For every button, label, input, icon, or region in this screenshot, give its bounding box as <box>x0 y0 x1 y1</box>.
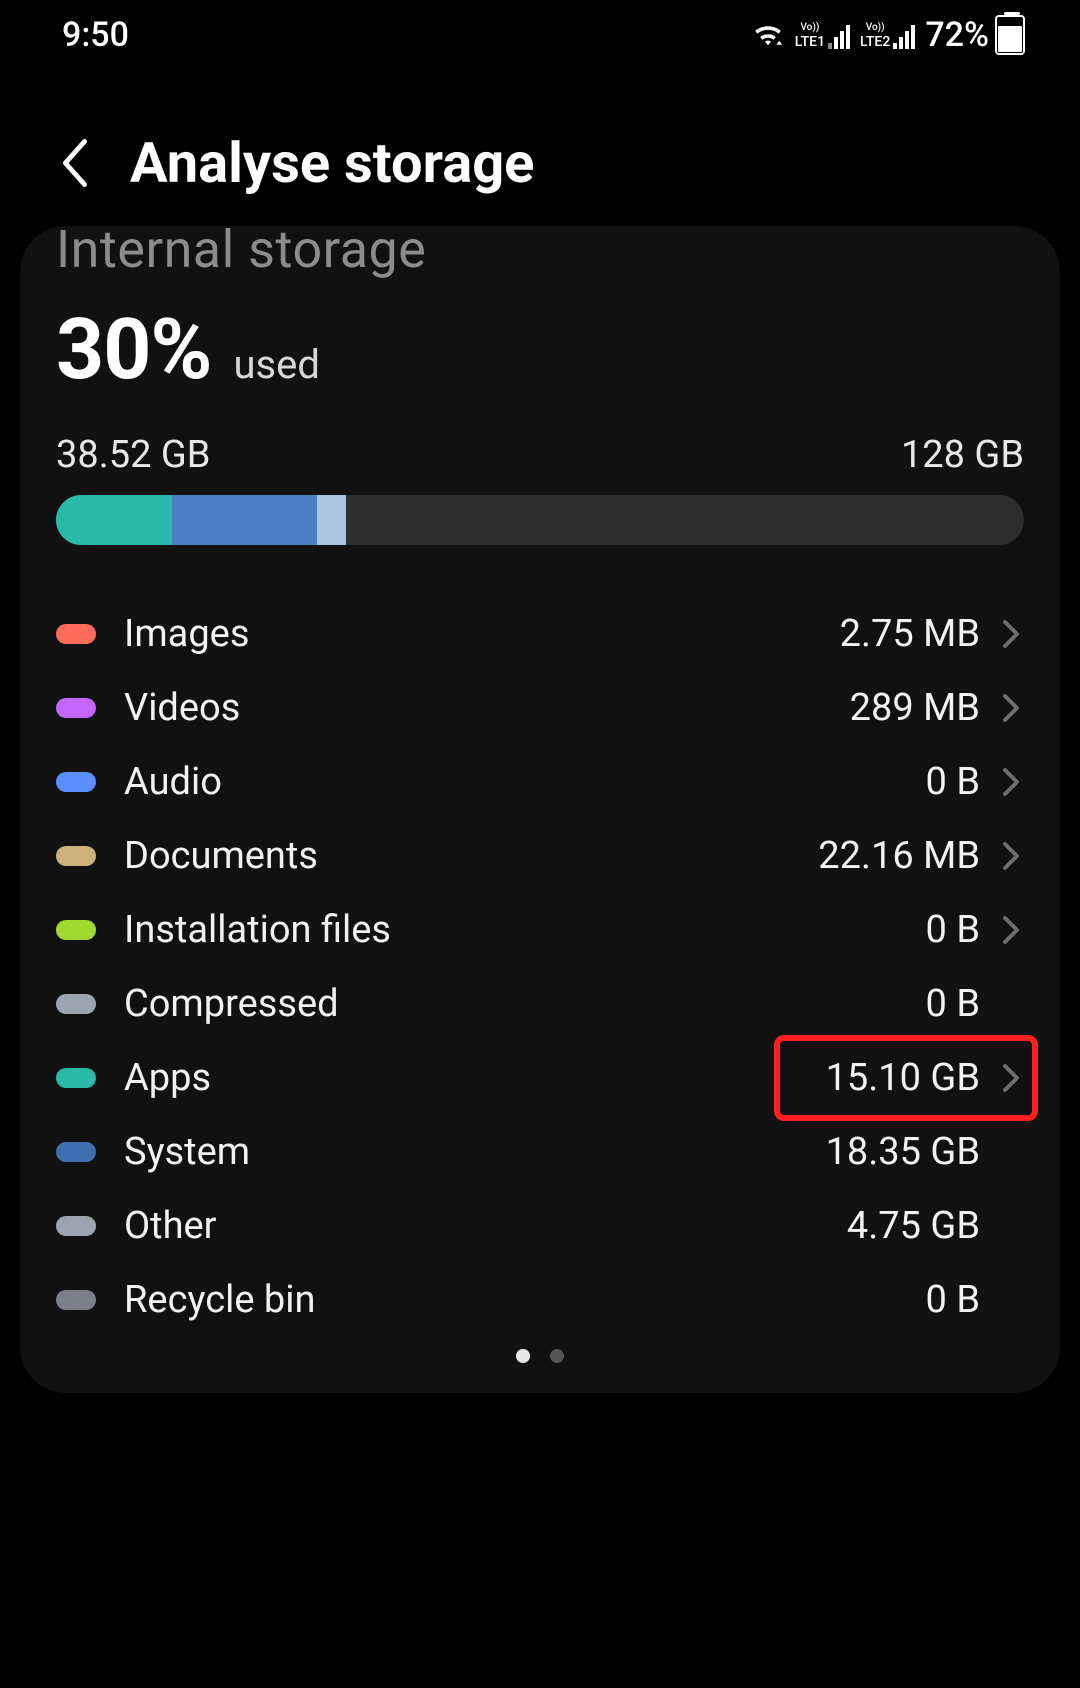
pager-dot[interactable] <box>550 1349 564 1363</box>
battery-icon <box>995 15 1025 55</box>
chevron-right-icon <box>998 693 1024 723</box>
category-color-icon <box>56 1290 96 1310</box>
category-row-recycle-bin: Recycle bin0 B <box>56 1263 1024 1337</box>
used-label: used <box>233 341 319 388</box>
sim1-indicator: Vo))LTE1 <box>795 21 850 49</box>
category-label: Apps <box>124 1056 826 1100</box>
category-color-icon <box>56 1216 96 1236</box>
category-color-icon <box>56 994 96 1014</box>
pager <box>56 1349 1024 1363</box>
category-row-videos[interactable]: Videos289 MB <box>56 671 1024 745</box>
chevron-right-icon <box>998 841 1024 871</box>
storage-card: Internal storage 30% used 38.52 GB 128 G… <box>20 226 1060 1393</box>
category-size: 0 B <box>926 1278 980 1322</box>
used-amount: 38.52 GB <box>56 433 210 477</box>
category-label: Installation files <box>124 908 926 952</box>
category-color-icon <box>56 624 96 644</box>
page-title: Analyse storage <box>130 130 534 196</box>
battery-indicator: 72% <box>925 15 1025 55</box>
category-row-installation-files[interactable]: Installation files0 B <box>56 893 1024 967</box>
pager-dot[interactable] <box>516 1349 530 1363</box>
apps-seg <box>56 495 172 545</box>
category-size: 289 MB <box>850 686 980 730</box>
category-size: 2.75 MB <box>840 612 980 656</box>
category-color-icon <box>56 1142 96 1162</box>
total-amount: 128 GB <box>901 433 1024 477</box>
category-label: Images <box>124 612 840 656</box>
category-size: 4.75 GB <box>847 1204 980 1248</box>
category-label: Recycle bin <box>124 1278 926 1322</box>
category-row-other: Other4.75 GB <box>56 1189 1024 1263</box>
category-row-audio[interactable]: Audio0 B <box>56 745 1024 819</box>
status-bar: 9:50 Vo))LTE1 Vo))LTE2 72% <box>0 0 1080 70</box>
category-row-compressed: Compressed0 B <box>56 967 1024 1041</box>
status-time: 9:50 <box>62 15 129 55</box>
category-size: 0 B <box>926 982 980 1026</box>
chevron-right-icon <box>998 767 1024 797</box>
wifi-icon <box>751 21 785 49</box>
category-label: Compressed <box>124 982 926 1026</box>
battery-percent: 72% <box>925 15 989 55</box>
category-size: 22.16 MB <box>818 834 980 878</box>
category-color-icon <box>56 772 96 792</box>
chevron-right-icon <box>998 619 1024 649</box>
category-label: Documents <box>124 834 818 878</box>
category-label: Audio <box>124 760 926 804</box>
used-percent: 30% <box>56 300 211 399</box>
system-seg <box>172 495 317 545</box>
category-size: 15.10 GB <box>826 1056 980 1100</box>
category-color-icon <box>56 920 96 940</box>
category-row-images[interactable]: Images2.75 MB <box>56 597 1024 671</box>
category-color-icon <box>56 846 96 866</box>
category-label: System <box>124 1130 826 1174</box>
category-row-documents[interactable]: Documents22.16 MB <box>56 819 1024 893</box>
chevron-right-icon <box>998 915 1024 945</box>
chevron-right-icon <box>998 1063 1024 1093</box>
used-row: 30% used <box>56 300 1024 399</box>
category-color-icon <box>56 1068 96 1088</box>
category-size: 0 B <box>926 760 980 804</box>
category-label: Other <box>124 1204 847 1248</box>
storage-bar <box>56 495 1024 545</box>
chevron-left-icon <box>60 139 90 187</box>
category-label: Videos <box>124 686 850 730</box>
storage-heading: Internal storage <box>56 226 1024 286</box>
sim2-indicator: Vo))LTE2 <box>860 21 915 49</box>
amount-row: 38.52 GB 128 GB <box>56 433 1024 477</box>
category-row-apps[interactable]: Apps15.10 GB <box>56 1041 1024 1115</box>
category-row-system: System18.35 GB <box>56 1115 1024 1189</box>
other-seg <box>317 495 346 545</box>
back-button[interactable] <box>50 133 100 193</box>
category-list: Images2.75 MBVideos289 MBAudio0 BDocumen… <box>56 597 1024 1337</box>
category-size: 0 B <box>926 908 980 952</box>
header: Analyse storage <box>0 70 1080 236</box>
category-size: 18.35 GB <box>826 1130 980 1174</box>
category-color-icon <box>56 698 96 718</box>
